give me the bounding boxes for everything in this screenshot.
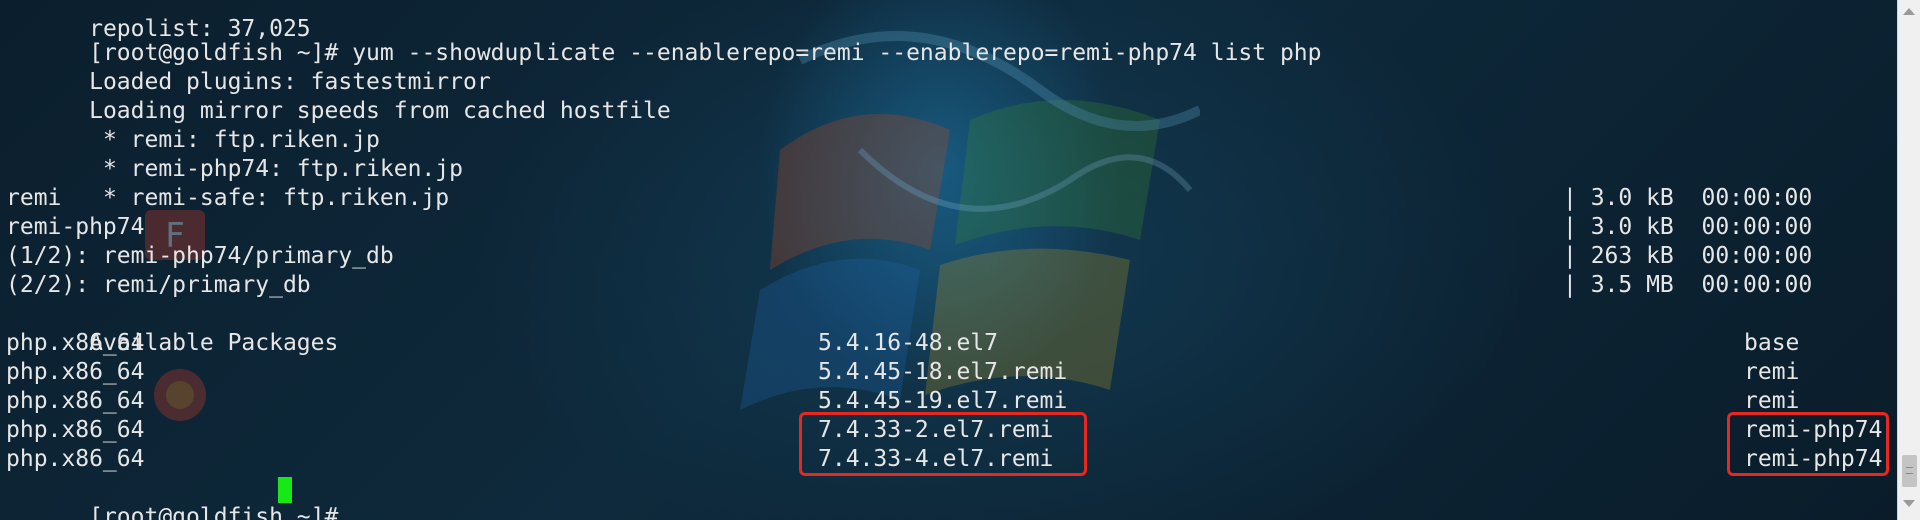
download-name: (2/2): remi/primary_db	[6, 272, 311, 298]
scrollbar-thumb[interactable]	[1902, 455, 1917, 487]
download-size: | 3.5 MB 00:00:00	[1563, 272, 1813, 298]
package-repo: remi	[1744, 359, 1800, 385]
download-name: remi-php74	[6, 214, 145, 240]
download-name: (1/2): remi-php74/primary_db	[6, 243, 394, 269]
scroll-up-arrow-icon[interactable]	[1903, 8, 1915, 15]
version-highlight-box	[799, 412, 1087, 476]
package-version: 5.4.45-18.el7.remi	[818, 359, 1068, 385]
download-row: (1/2): remi-php74/primary_db | 263 kB 00…	[6, 242, 1906, 271]
package-name: php.x86_64	[6, 446, 145, 472]
package-version: 5.4.16-48.el7	[818, 330, 999, 356]
final-prompt-line[interactable]: [root@goldfish ~]#	[6, 474, 352, 520]
mirror-line: * remi: ftp.riken.jp	[89, 127, 380, 153]
download-size: | 3.0 kB 00:00:00	[1563, 185, 1813, 211]
repo-highlight-box	[1727, 412, 1889, 476]
package-row: php.x86_64 5.4.16-48.el7 base	[6, 329, 1906, 358]
package-name: php.x86_64	[6, 330, 145, 356]
mirror-line: * remi-safe: ftp.riken.jp	[89, 185, 450, 211]
terminal-window[interactable]: F repolist: 37,025 [root@goldfish ~]# yu…	[0, 0, 1920, 520]
download-row: remi-php74 | 3.0 kB 00:00:00	[6, 213, 1906, 242]
shell-prompt: [root@goldfish ~]#	[89, 504, 353, 520]
output-line: Loading mirror speeds from cached hostfi…	[89, 98, 671, 124]
typed-command: yum --showduplicate --enablerepo=remi --…	[352, 40, 1322, 66]
package-name: php.x86_64	[6, 359, 145, 385]
output-line: Loaded plugins: fastestmirror	[89, 69, 491, 95]
download-name: remi	[6, 185, 62, 211]
download-size: | 3.0 kB 00:00:00	[1563, 214, 1813, 240]
package-repo: base	[1744, 330, 1800, 356]
scroll-down-arrow-icon[interactable]	[1903, 500, 1915, 507]
download-row: remi | 3.0 kB 00:00:00	[6, 184, 1906, 213]
command-line: [root@goldfish ~]# yum --showduplicate -…	[6, 10, 1321, 66]
download-size: | 263 kB 00:00:00	[1563, 243, 1813, 269]
mirror-line: * remi-php74: ftp.riken.jp	[89, 156, 463, 182]
package-row: php.x86_64 5.4.45-18.el7.remi remi	[6, 358, 1906, 387]
package-name: php.x86_64	[6, 388, 145, 414]
package-name: php.x86_64	[6, 417, 145, 443]
available-packages-header: Available Packages	[89, 330, 339, 356]
text-cursor	[278, 477, 292, 503]
download-row: (2/2): remi/primary_db | 3.5 MB 00:00:00	[6, 271, 1906, 300]
vertical-scrollbar[interactable]	[1897, 0, 1920, 520]
